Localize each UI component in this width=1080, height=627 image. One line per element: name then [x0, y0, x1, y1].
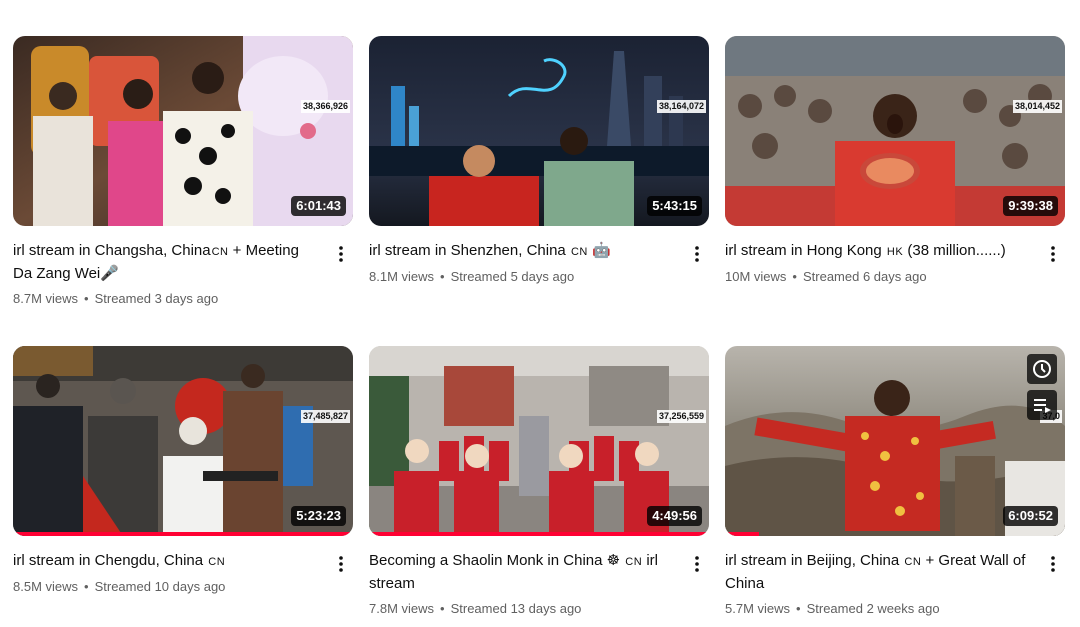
more-vertical-icon	[339, 246, 343, 262]
more-vertical-icon	[695, 556, 699, 572]
more-vertical-icon	[1051, 246, 1055, 262]
watch-progress-bar	[369, 532, 709, 536]
country-flag: CN	[625, 556, 643, 568]
title-text: irl stream in Shenzhen, China	[369, 242, 566, 259]
more-vertical-icon	[695, 246, 699, 262]
live-viewer-count: 37,256,559	[656, 410, 706, 423]
view-count: 10M views	[725, 269, 787, 284]
video-title[interactable]: irl stream in Hong Kong HK (38 million..…	[725, 240, 1030, 263]
title-emoji: ☸	[606, 552, 621, 569]
more-options-button[interactable]	[1041, 552, 1065, 576]
video-title[interactable]: irl stream in Chengdu, China CN	[13, 550, 318, 573]
video-stats: 8.7M views • Streamed 3 days ago	[13, 290, 218, 308]
more-options-button[interactable]	[685, 552, 709, 576]
video-title[interactable]: irl stream in Changsha, ChinaCN + Meetin…	[13, 240, 318, 285]
title-emoji: 🎤	[100, 265, 119, 282]
duration-badge: 5:43:15	[647, 196, 702, 216]
live-viewer-count: 38,366,926	[300, 100, 350, 113]
video-thumbnail[interactable]: 38,014,452 9:39:38	[725, 36, 1065, 226]
video-stats: 8.5M views • Streamed 10 days ago	[13, 578, 225, 596]
live-viewer-count: 37,485,827	[300, 410, 350, 423]
separator-dot: •	[84, 291, 89, 306]
add-to-queue-button[interactable]	[1027, 390, 1057, 420]
stream-date: Streamed 3 days ago	[94, 291, 219, 306]
video-thumbnail[interactable]: 37,485,827 5:23:23	[13, 346, 353, 536]
clock-icon	[1033, 360, 1051, 378]
view-count: 5.7M views	[725, 601, 791, 616]
stream-date: Streamed 2 weeks ago	[806, 601, 940, 616]
stream-date: Streamed 13 days ago	[450, 601, 582, 616]
video-stats: 8.1M views • Streamed 5 days ago	[369, 268, 574, 286]
duration-badge: 6:01:43	[291, 196, 346, 216]
duration-badge: 6:09:52	[1003, 506, 1058, 526]
video-thumbnail[interactable]: 37,256,559 4:49:56	[369, 346, 709, 536]
title-text: Becoming a Shaolin Monk in China	[369, 552, 603, 569]
video-thumbnail[interactable]: 37,0 6:09:52	[725, 346, 1065, 536]
title-text: irl stream in Changsha, China	[13, 242, 211, 259]
title-text: irl stream in Beijing, China	[725, 552, 900, 569]
more-options-button[interactable]	[329, 242, 353, 266]
video-title[interactable]: Becoming a Shaolin Monk in China ☸ CN ir…	[369, 550, 674, 595]
more-options-button[interactable]	[685, 242, 709, 266]
video-thumbnail[interactable]: 38,164,072 5:43:15	[369, 36, 709, 226]
separator-dot: •	[792, 269, 797, 284]
more-options-button[interactable]	[1041, 242, 1065, 266]
country-flag: CN	[570, 246, 588, 258]
more-options-button[interactable]	[329, 552, 353, 576]
watch-later-button[interactable]	[1027, 354, 1057, 384]
country-flag: CN	[208, 556, 226, 568]
video-stats: 10M views • Streamed 6 days ago	[725, 268, 927, 286]
more-vertical-icon	[339, 556, 343, 572]
watch-progress-bar	[13, 532, 353, 536]
view-count: 8.5M views	[13, 579, 79, 594]
duration-badge: 9:39:38	[1003, 196, 1058, 216]
title-text: irl stream in Hong Kong	[725, 242, 882, 259]
separator-dot: •	[440, 601, 445, 616]
country-flag: CN	[904, 556, 922, 568]
separator-dot: •	[796, 601, 801, 616]
duration-badge: 5:23:23	[291, 506, 346, 526]
video-stats: 5.7M views • Streamed 2 weeks ago	[725, 600, 940, 618]
stream-date: Streamed 10 days ago	[94, 579, 226, 594]
video-grid: 38,366,926 6:01:43 irl stream in Changsh…	[0, 0, 1080, 627]
stream-date: Streamed 5 days ago	[450, 269, 575, 284]
country-flag: CN	[211, 246, 229, 258]
video-stats: 7.8M views • Streamed 13 days ago	[369, 600, 581, 618]
live-viewer-count: 38,164,072	[656, 100, 706, 113]
view-count: 7.8M views	[369, 601, 435, 616]
duration-badge: 4:49:56	[647, 506, 702, 526]
separator-dot: •	[440, 269, 445, 284]
view-count: 8.1M views	[369, 269, 435, 284]
more-vertical-icon	[1051, 556, 1055, 572]
title-emoji: 🤖	[592, 242, 611, 259]
video-thumbnail[interactable]: 38,366,926 6:01:43	[13, 36, 353, 226]
title-suffix: (38 million......)	[903, 242, 1006, 259]
video-title[interactable]: irl stream in Shenzhen, China CN 🤖	[369, 240, 674, 263]
queue-icon	[1034, 399, 1051, 413]
separator-dot: •	[84, 579, 89, 594]
title-text: irl stream in Chengdu, China	[13, 552, 204, 569]
live-viewer-count: 38,014,452	[1012, 100, 1062, 113]
country-flag: HK	[886, 246, 904, 258]
view-count: 8.7M views	[13, 291, 79, 306]
video-title[interactable]: irl stream in Beijing, China CN + Great …	[725, 550, 1030, 595]
stream-date: Streamed 6 days ago	[802, 269, 927, 284]
watch-progress-bar	[725, 532, 759, 536]
